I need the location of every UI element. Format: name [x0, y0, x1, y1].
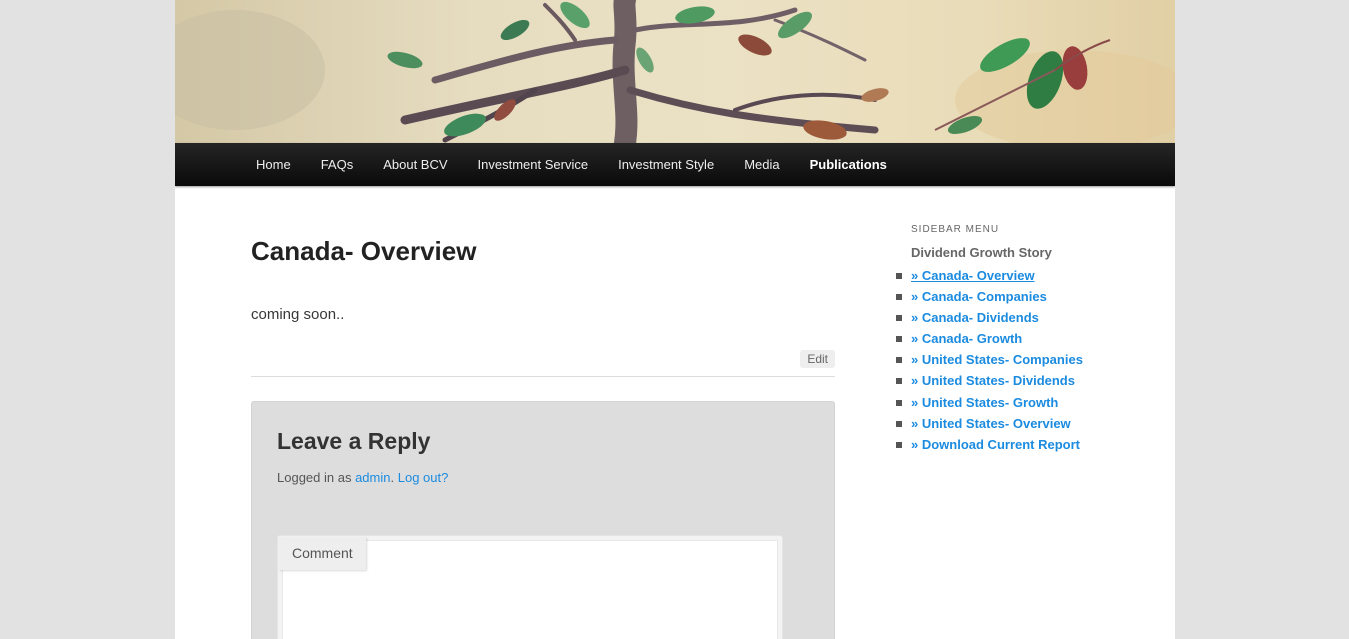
sidebar-link[interactable]: » Canada- Companies [911, 289, 1047, 304]
page-title: Canada- Overview [251, 236, 477, 266]
admin-user-link[interactable]: admin [355, 470, 390, 485]
sidebar-item-canada-companies: » Canada- Companies [895, 286, 1083, 307]
widget-title: Sidebar Menu [911, 224, 1000, 235]
square-bullet-icon [896, 357, 902, 364]
logged-in-prefix: Logged in as [277, 470, 352, 485]
sidebar-link[interactable]: » United States- Dividends [911, 373, 1075, 388]
sidebar-item-us-growth: » United States- Growth [895, 392, 1083, 413]
edit-button[interactable]: Edit [800, 350, 835, 368]
comment-label: Comment [279, 537, 366, 570]
divider [251, 376, 835, 377]
nav-item-publications[interactable]: Publications [795, 143, 902, 186]
square-bullet-icon [896, 336, 902, 343]
sidebar-link[interactable]: » United States- Companies [911, 352, 1083, 367]
nav-item-investment-service[interactable]: Investment Service [463, 143, 604, 186]
logged-in-status: Logged in as admin. Log out? [277, 470, 448, 485]
square-bullet-icon [896, 273, 902, 279]
comment-field: Comment [277, 535, 783, 639]
nav-item-home[interactable]: Home [241, 143, 306, 186]
entry-content: coming soon.. [251, 306, 345, 323]
nav-item-faqs[interactable]: FAQs [306, 143, 369, 186]
page: Home FAQs About BCV Investment Service I… [175, 0, 1175, 639]
sidebar-menu-heading: Dividend Growth Story [911, 245, 1052, 260]
sidebar-menu-list: » Canada- Overview » Canada- Companies »… [895, 265, 1083, 455]
square-bullet-icon [896, 399, 902, 406]
sidebar-link[interactable]: » Download Current Report [911, 437, 1080, 452]
sidebar-link[interactable]: » Canada- Overview [911, 268, 1035, 283]
sidebar-item-canada-dividends: » Canada- Dividends [895, 307, 1083, 328]
sidebar-link[interactable]: » United States- Overview [911, 416, 1071, 431]
comment-form: Leave a Reply Logged in as admin. Log ou… [251, 401, 835, 639]
sidebar-item-us-companies: » United States- Companies [895, 349, 1083, 370]
sidebar-item-us-dividends: » United States- Dividends [895, 370, 1083, 391]
period: . [390, 470, 395, 485]
square-bullet-icon [896, 294, 902, 301]
sidebar-link[interactable]: » Canada- Dividends [911, 310, 1039, 325]
square-bullet-icon [896, 315, 902, 322]
logout-link[interactable]: Log out? [398, 470, 449, 485]
nav-item-investment-style[interactable]: Investment Style [603, 143, 729, 186]
sidebar-item-canada-overview: » Canada- Overview [895, 265, 1083, 286]
nav-item-about-bcv[interactable]: About BCV [368, 143, 462, 186]
sidebar-link[interactable]: » United States- Growth [911, 395, 1058, 410]
sidebar-item-canada-growth: » Canada- Growth [895, 328, 1083, 349]
nav-item-media[interactable]: Media [729, 143, 794, 186]
square-bullet-icon [896, 378, 902, 385]
sidebar-item-us-overview: » United States- Overview [895, 413, 1083, 434]
header-image[interactable] [175, 0, 1175, 143]
sidebar-link[interactable]: » Canada- Growth [911, 331, 1022, 346]
main-navigation: Home FAQs About BCV Investment Service I… [175, 143, 1175, 186]
square-bullet-icon [896, 420, 902, 427]
reply-title: Leave a Reply [277, 428, 431, 454]
bonsai-illustration [175, 0, 1175, 143]
square-bullet-icon [896, 441, 902, 448]
sidebar-item-download-report: » Download Current Report [895, 434, 1083, 455]
nav-menu: Home FAQs About BCV Investment Service I… [175, 143, 1175, 186]
